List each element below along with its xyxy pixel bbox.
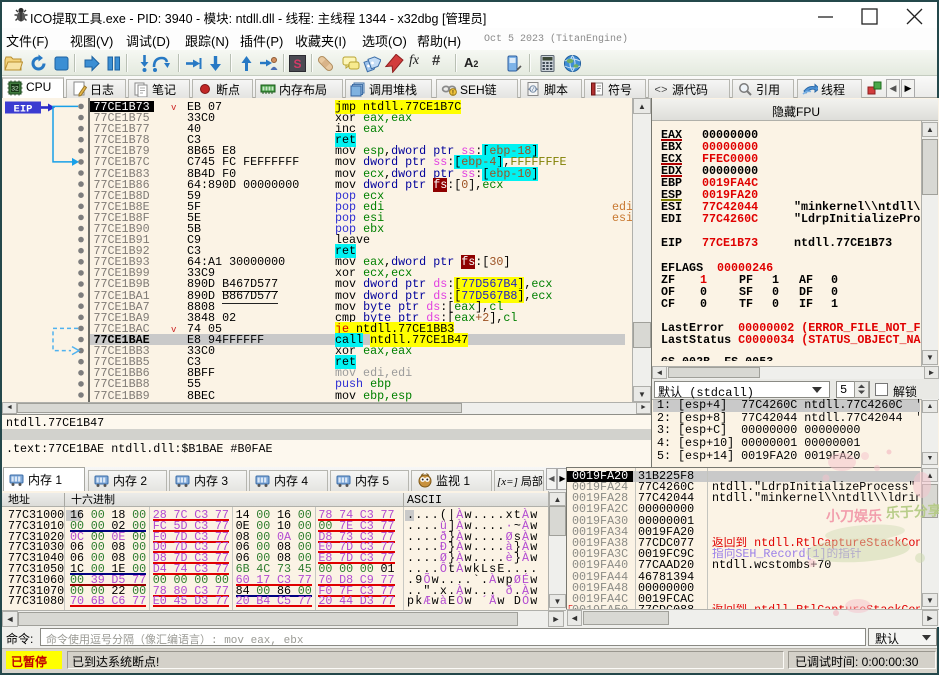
svg-text:32: 32	[11, 86, 19, 93]
svg-text:</>: </>	[528, 86, 538, 93]
svg-text:!: !	[452, 90, 454, 97]
svg-text:EIP: EIP	[14, 104, 33, 116]
svg-text:S: S	[293, 57, 301, 71]
svg-text:<>: <>	[654, 85, 667, 97]
